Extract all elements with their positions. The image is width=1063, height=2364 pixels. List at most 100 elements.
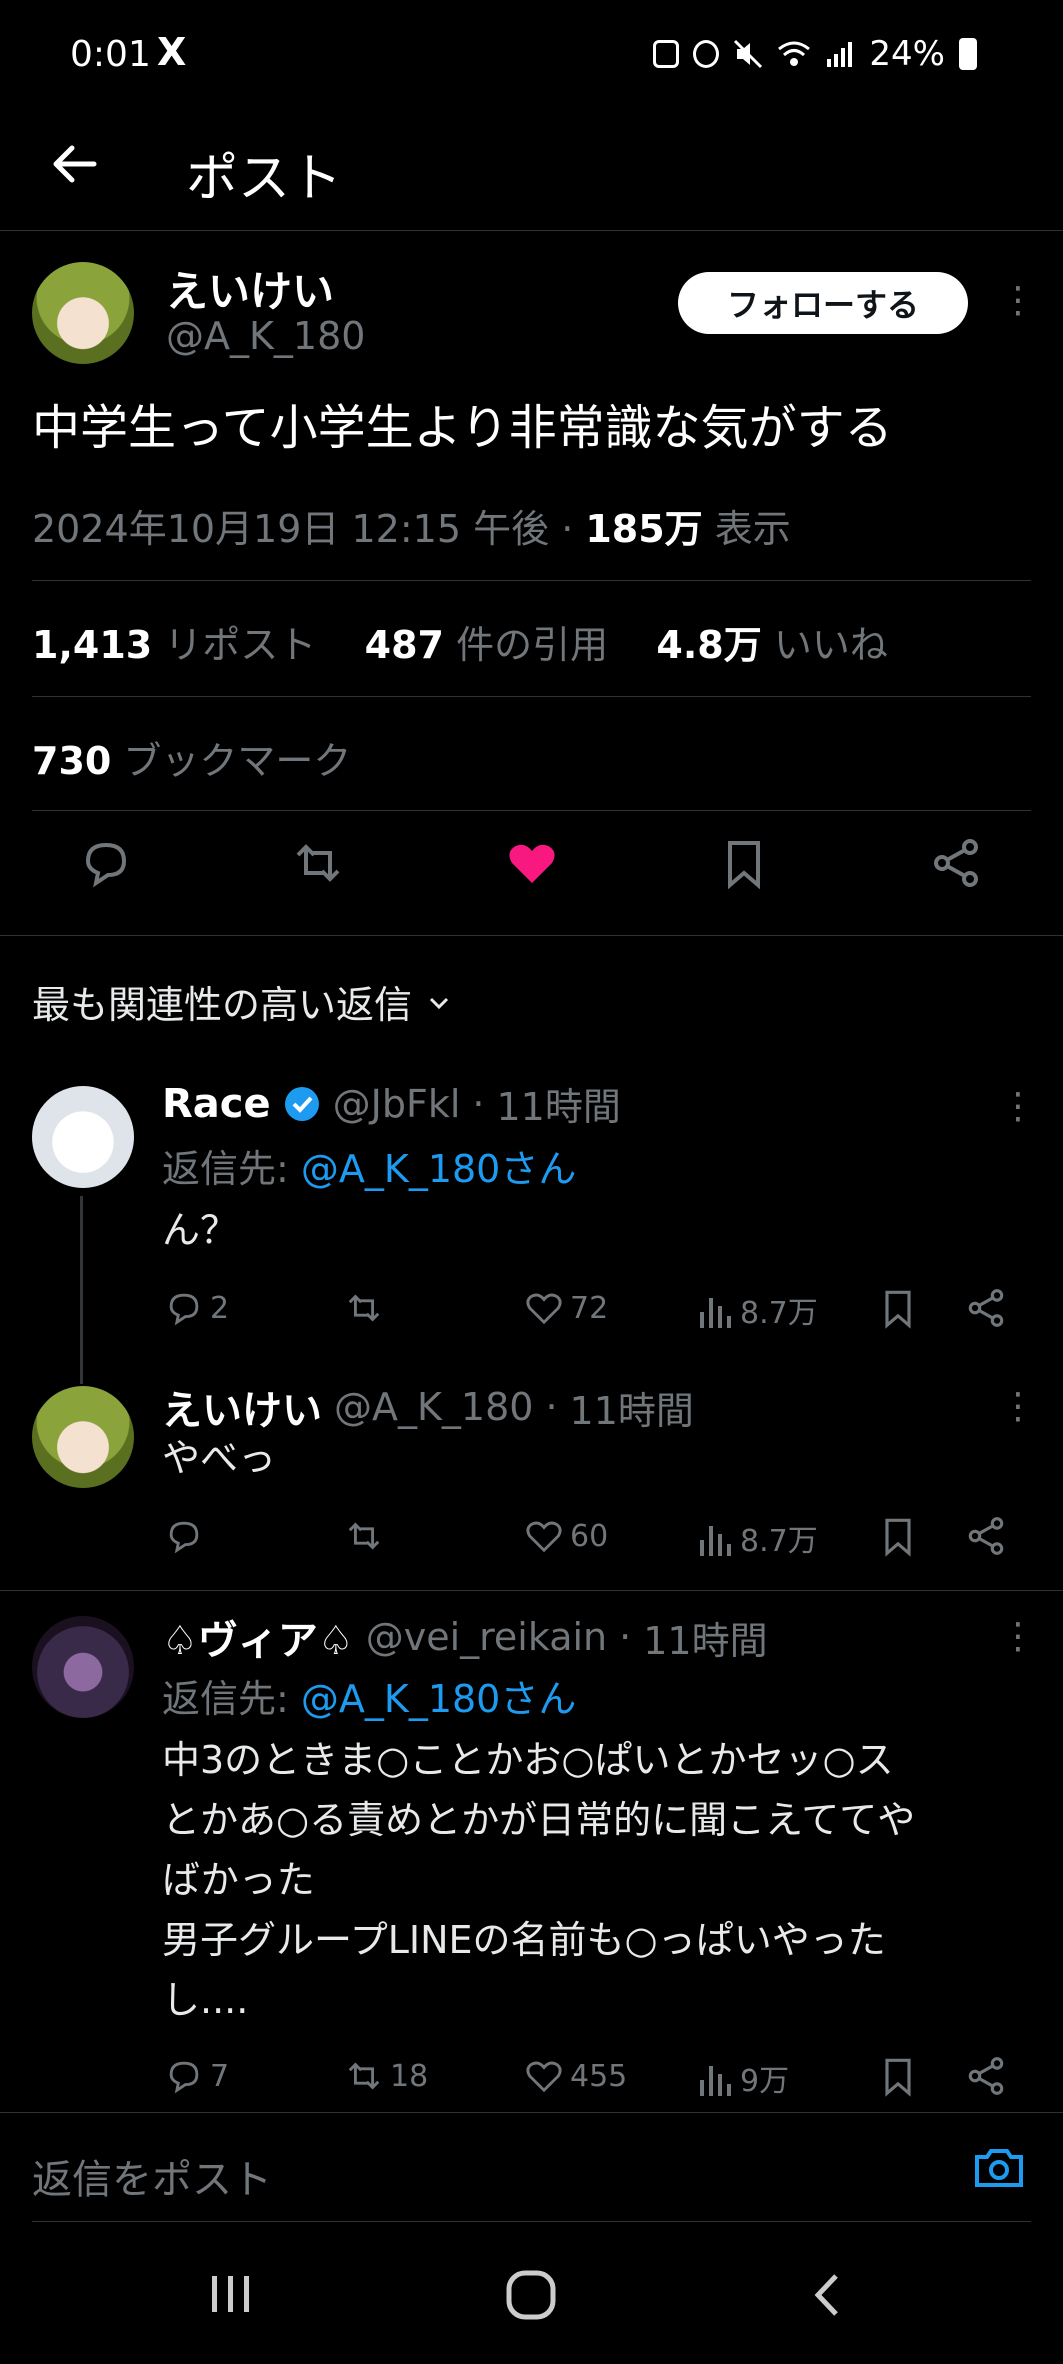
reply-views-action[interactable]: 9万 bbox=[698, 2056, 789, 2100]
views-icon bbox=[700, 1526, 731, 1556]
bookmark-icon[interactable] bbox=[876, 2054, 920, 2098]
reply-time: 11時間 bbox=[496, 1085, 621, 1129]
follow-button[interactable]: フォローする bbox=[678, 272, 968, 334]
like-icon bbox=[526, 2061, 562, 2093]
more-options-icon[interactable]: ⋮ bbox=[1000, 1616, 1036, 1657]
reply-time: 11時間 bbox=[643, 1618, 768, 1663]
battery-percent: 24% bbox=[869, 34, 945, 74]
bookmark-icon[interactable] bbox=[876, 1514, 920, 1558]
divider bbox=[32, 696, 1031, 697]
likes-stat[interactable]: 4.8万 いいね bbox=[656, 623, 887, 667]
alarm-icon bbox=[693, 40, 720, 68]
like-icon bbox=[526, 1521, 562, 1553]
repost-icon bbox=[348, 1522, 380, 1550]
reply-like-action[interactable]: 60 bbox=[524, 1516, 608, 1556]
reply-author-handle[interactable]: @vei_reikain bbox=[366, 1615, 607, 1659]
reply-like-action[interactable]: 455 bbox=[524, 2056, 627, 2096]
verified-badge-icon bbox=[284, 1086, 319, 1121]
reply-compose-bar: 返信をポスト bbox=[0, 2112, 1063, 2223]
reply-author-handle[interactable]: @A_K_180 bbox=[334, 1385, 533, 1429]
post-meta: 2024年10月19日 12:15 午後 · 185万 表示 bbox=[32, 507, 791, 551]
chevron-down-icon bbox=[430, 997, 449, 1010]
post-action-bar bbox=[0, 835, 1063, 935]
signal-icon bbox=[827, 42, 853, 67]
replying-to: 返信先: @A_K_180さん bbox=[162, 1677, 577, 1721]
share-icon[interactable] bbox=[928, 835, 984, 891]
views-label: 表示 bbox=[714, 507, 791, 551]
reply-compose-input[interactable]: 返信をポスト bbox=[32, 2147, 272, 2205]
reply-avatar[interactable] bbox=[32, 1086, 134, 1188]
system-back-icon[interactable] bbox=[806, 2270, 850, 2320]
reply-author-name[interactable]: ♤ヴィア♤ bbox=[162, 1608, 354, 1666]
share-icon[interactable] bbox=[964, 1514, 1008, 1558]
replying-to-link[interactable]: @A_K_180さん bbox=[301, 1677, 576, 1721]
reply-comment-action[interactable]: 2 bbox=[164, 1288, 229, 1328]
more-options-icon[interactable]: ⋮ bbox=[1000, 280, 1036, 321]
system-nav-bar bbox=[0, 2222, 1063, 2364]
recent-apps-icon[interactable] bbox=[206, 2272, 256, 2316]
more-options-icon[interactable]: ⋮ bbox=[1000, 1086, 1036, 1127]
reply-avatar[interactable] bbox=[32, 1386, 134, 1488]
reply-views-action[interactable]: 8.7万 bbox=[698, 1288, 818, 1332]
reply-text: 中3のときま○ことかお○ぱいとかセッ○ス とかあ○る責めとかが日常的に聞こえてて… bbox=[162, 1738, 916, 2022]
repost-icon bbox=[348, 1294, 380, 1322]
reply-author-handle[interactable]: @JbFkl bbox=[333, 1082, 461, 1126]
divider bbox=[32, 810, 1031, 811]
reply-header: Race @JbFkl · 11時間 bbox=[162, 1076, 621, 1131]
author-avatar[interactable] bbox=[32, 262, 134, 364]
reposts-stat[interactable]: 1,413 リポスト bbox=[32, 623, 316, 667]
camera-icon[interactable] bbox=[971, 2139, 1027, 2195]
post-text: 中学生って小学生より非常識な気がする bbox=[32, 400, 893, 456]
quotes-stat[interactable]: 487 件の引用 bbox=[365, 623, 608, 667]
repost-icon bbox=[348, 2062, 380, 2090]
repost-icon[interactable] bbox=[290, 835, 346, 891]
wifi-icon bbox=[778, 41, 811, 66]
reply-comment-action[interactable] bbox=[164, 1516, 210, 1556]
reply-icon bbox=[169, 1521, 199, 1554]
views-count: 185万 bbox=[585, 507, 703, 551]
status-icons: 24% bbox=[653, 34, 977, 74]
x-app-icon: X bbox=[157, 30, 187, 74]
reply-time: 11時間 bbox=[569, 1388, 694, 1433]
status-time: 0:01 bbox=[70, 34, 151, 75]
like-icon-filled[interactable] bbox=[504, 835, 560, 891]
bookmark-icon[interactable] bbox=[716, 835, 772, 891]
share-icon[interactable] bbox=[964, 1286, 1008, 1330]
replying-to: 返信先: @A_K_180さん bbox=[162, 1147, 577, 1191]
reply-header: ♤ヴィア♤ @vei_reikain · 11時間 bbox=[162, 1608, 768, 1666]
more-options-icon[interactable]: ⋮ bbox=[1000, 1386, 1036, 1427]
reply-avatar[interactable] bbox=[32, 1616, 134, 1718]
page-title: ポスト bbox=[186, 149, 343, 209]
post-timestamp: 2024年10月19日 12:15 午後 bbox=[32, 507, 550, 551]
author-handle[interactable]: @A_K_180 bbox=[166, 314, 365, 358]
reply-like-action[interactable]: 72 bbox=[524, 1288, 608, 1328]
divider bbox=[0, 935, 1063, 936]
reply-author-name[interactable]: Race bbox=[162, 1081, 271, 1127]
divider bbox=[32, 580, 1031, 581]
sort-replies-dropdown[interactable]: 最も関連性の高い返信 bbox=[32, 974, 454, 1029]
home-icon[interactable] bbox=[504, 2268, 558, 2322]
author-name[interactable]: えいけい bbox=[166, 258, 334, 319]
engagement-stats: 1,413 リポスト 487 件の引用 4.8万 いいね bbox=[32, 614, 888, 669]
reply-views-action[interactable]: 8.7万 bbox=[698, 1516, 818, 1560]
reply-repost-action[interactable] bbox=[344, 1288, 390, 1328]
divider bbox=[0, 1590, 1063, 1591]
replying-to-link[interactable]: @A_K_180さん bbox=[301, 1147, 576, 1191]
reply-icon bbox=[169, 1293, 199, 1326]
reply-icon[interactable] bbox=[78, 835, 134, 891]
mute-icon bbox=[734, 39, 763, 69]
bookmark-icon[interactable] bbox=[876, 1286, 920, 1330]
status-bar: 0:01 X 24% bbox=[0, 0, 1063, 110]
reply-repost-action[interactable]: 18 bbox=[344, 2056, 428, 2096]
like-icon bbox=[526, 1293, 562, 1325]
reply-comment-action[interactable]: 7 bbox=[164, 2056, 229, 2096]
views-icon bbox=[700, 1298, 731, 1328]
share-icon[interactable] bbox=[964, 2054, 1008, 2098]
battery-icon bbox=[959, 38, 977, 70]
back-arrow-icon[interactable] bbox=[44, 134, 104, 194]
views-icon bbox=[700, 2066, 731, 2096]
reply-text: ん？ bbox=[162, 1208, 239, 1252]
thread-line bbox=[80, 1196, 83, 1384]
reply-repost-action[interactable] bbox=[344, 1516, 390, 1556]
bookmarks-stat[interactable]: 730 ブックマーク bbox=[32, 730, 351, 785]
